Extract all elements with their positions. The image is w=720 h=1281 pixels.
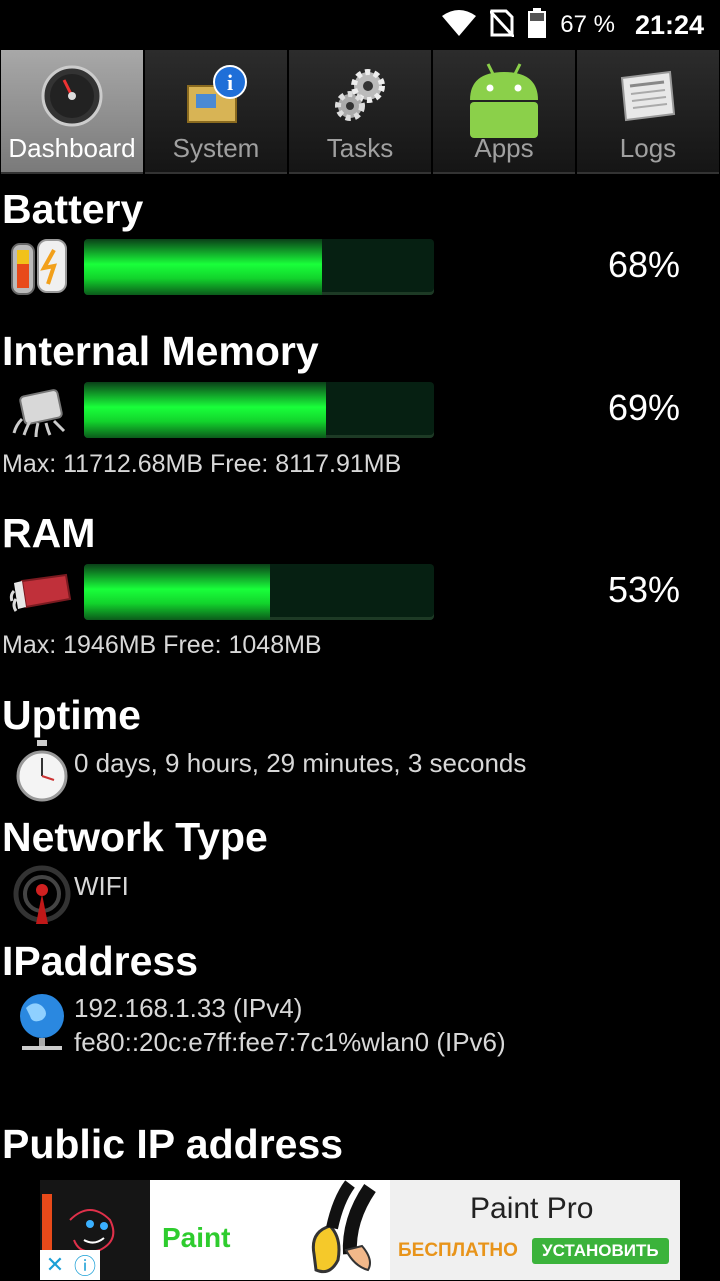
battery-progress-fill — [84, 239, 322, 295]
status-bar: 67 % 21:24 — [0, 0, 720, 50]
uptime-title: Uptime — [2, 692, 141, 738]
ad-free-label: БЕСПЛАТНО — [398, 1240, 518, 1261]
ad-banner[interactable]: Paint Paint Pro БЕСПЛАТНО УСТАНОВИТЬ — [40, 1180, 680, 1280]
ram-title: RAM — [2, 510, 96, 556]
uptime-value: 0 days, 9 hours, 29 minutes, 3 seconds — [74, 748, 527, 778]
ram-percent-value: 53% — [607, 569, 680, 610]
battery-title: Battery — [2, 186, 144, 232]
tab-tasks[interactable]: Tasks — [289, 50, 431, 174]
battery-percent-value: 68% — [607, 244, 680, 285]
ipv6-value: fe80::20c:e7ff:fee7:7c1%wlan0 (IPv6) — [74, 1027, 506, 1057]
gears-icon — [328, 64, 392, 128]
ram-details: Max: 1946MB Free: 1048MB — [2, 631, 322, 659]
chip-icon — [8, 379, 72, 441]
tab-logs[interactable]: Logs — [577, 50, 719, 174]
battery-row: 68% — [0, 236, 720, 298]
ad-info-panel: Paint Pro БЕСПЛАТНО УСТАНОВИТЬ — [390, 1180, 680, 1280]
ram-progress-fill — [84, 564, 270, 620]
clock: 21:24 — [634, 9, 704, 40]
ipv4-value: 192.168.1.33 (IPv4) — [74, 993, 303, 1023]
ad-info-icon[interactable]: ⓘ — [70, 1250, 100, 1280]
battery-percent: 67 % — [560, 11, 615, 38]
battery-level-icon — [8, 236, 72, 298]
network-type-title: Network Type — [2, 814, 268, 860]
antenna-icon — [12, 864, 72, 926]
internal-memory-title: Internal Memory — [2, 328, 319, 374]
battery-progress-bar — [84, 239, 434, 295]
tab-label: Dashboard — [8, 133, 136, 163]
tab-label: Apps — [474, 133, 534, 163]
svg-text:i: i — [227, 70, 233, 95]
globe-network-icon — [12, 990, 72, 1052]
newspaper-icon — [616, 64, 680, 128]
ad-app-name: Paint — [162, 1222, 231, 1253]
tab-bar: Dashboard i System Tasks Apps Logs — [0, 50, 720, 174]
battery-icon — [528, 7, 547, 43]
ram-module-icon — [8, 561, 72, 623]
internal-memory-progress-bar — [84, 382, 434, 438]
android-icon — [464, 60, 544, 140]
ram-row: 53% — [0, 561, 720, 623]
ad-close-icon[interactable]: ✕ — [40, 1250, 70, 1280]
stopwatch-icon — [12, 740, 72, 802]
tab-label: Tasks — [326, 133, 394, 163]
ad-title: Paint Pro — [470, 1192, 594, 1225]
ad-badges: ✕ ⓘ — [40, 1250, 100, 1280]
internal-memory-progress-fill — [84, 382, 326, 438]
internal-memory-details: Max: 11712.68MB Free: 8117.91MB — [2, 450, 402, 478]
no-sim-icon — [489, 9, 516, 42]
gauge-icon — [40, 64, 104, 128]
tab-label: System — [172, 133, 260, 163]
tab-apps[interactable]: Apps — [433, 50, 575, 174]
tab-system[interactable]: i System — [145, 50, 287, 174]
ram-progress-bar — [84, 564, 434, 620]
system-info-icon: i — [184, 64, 248, 128]
network-type-value: WIFI — [74, 871, 129, 901]
ip-address-title: IPaddress — [2, 938, 198, 984]
wifi-icon — [442, 9, 477, 41]
public-ip-title: Public IP address — [2, 1121, 344, 1167]
internal-memory-row: 69% — [0, 379, 720, 441]
tab-dashboard[interactable]: Dashboard — [1, 50, 143, 174]
internal-memory-percent-value: 69% — [607, 387, 680, 428]
ad-install-button[interactable]: УСТАНОВИТЬ — [532, 1238, 669, 1264]
tab-label: Logs — [619, 133, 677, 163]
